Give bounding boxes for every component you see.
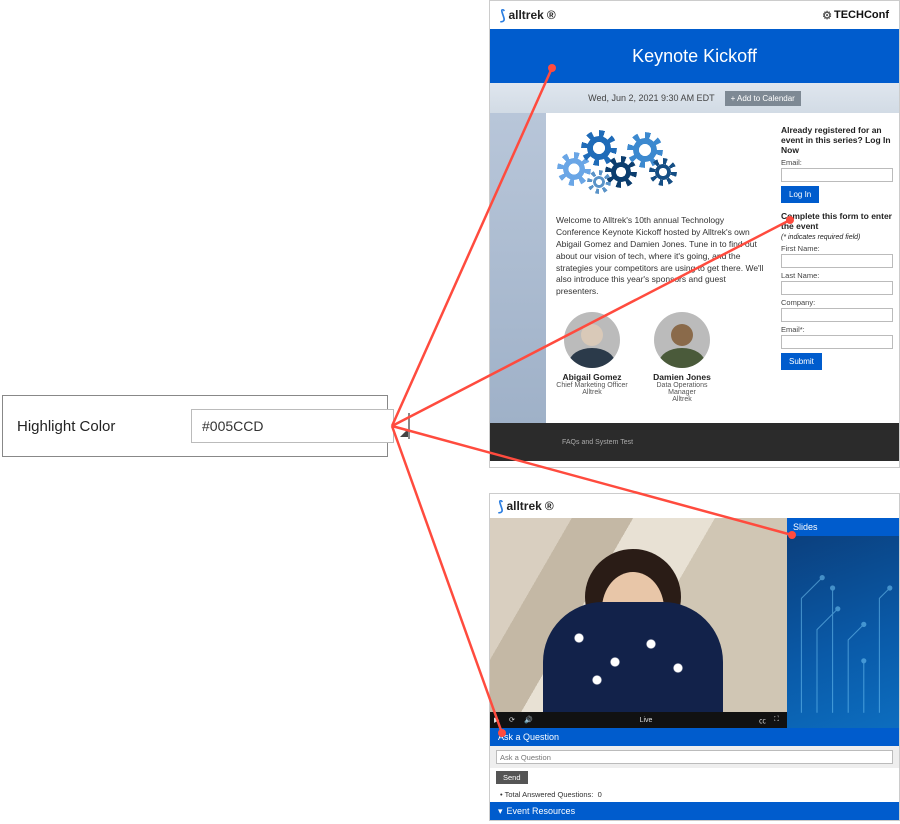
ask-question-input[interactable] [496, 750, 893, 764]
video-status: Live [640, 717, 653, 724]
email-label: Email*: [781, 325, 893, 334]
speaker-name: Abigail Gomez [556, 372, 628, 382]
ask-question-row [490, 746, 899, 768]
required-note: (* indicates required field) [781, 234, 893, 241]
console-body: ▶ ⟳ 🔊 Live ㏄ ⛶ Slides [490, 518, 899, 728]
reg-main: Welcome to Alltrek's 10th annual Technol… [546, 113, 899, 423]
brand-text: alltrek [506, 499, 541, 513]
last-name-input[interactable] [781, 281, 893, 295]
slides-column: Slides [787, 518, 899, 728]
register-block: Complete this form to enter the event (*… [781, 211, 893, 370]
play-icon[interactable]: ▶ [494, 716, 503, 725]
speaker-card: Abigail Gomez Chief Marketing Officer Al… [556, 312, 628, 403]
reg-topbar: ⟆ alltrek ® ⚙ TECHConf [490, 1, 899, 29]
login-heading: Already registered for an event in this … [781, 125, 893, 155]
speaker-role: Data Operations Manager [646, 382, 718, 396]
brand-logo: ⟆ alltrek ® [498, 499, 554, 513]
event-meta-bar: Wed, Jun 2, 2021 9:30 AM EDT + Add to Ca… [490, 83, 899, 113]
highlight-color-label: Highlight Color [17, 418, 177, 435]
fullscreen-icon[interactable]: ⛶ [774, 716, 783, 725]
cc-icon[interactable]: ㏄ [759, 716, 768, 725]
avatar [654, 312, 710, 368]
sponsor-logo: ⚙ TECHConf [822, 9, 889, 22]
highlight-color-input[interactable] [191, 409, 394, 443]
login-email-input[interactable] [781, 168, 893, 182]
console-topbar: ⟆ alltrek ® [490, 494, 899, 518]
send-button[interactable]: Send [496, 771, 528, 784]
speaker-role: Chief Marketing Officer [556, 382, 628, 389]
total-answered-row: • Total Answered Questions: 0 [490, 787, 899, 802]
speaker-org: Alltrek [556, 389, 628, 396]
sponsor-text: TECHConf [834, 9, 889, 21]
avatar [564, 312, 620, 368]
highlight-color-row: Highlight Color [2, 395, 388, 457]
registration-preview: ⟆ alltrek ® ⚙ TECHConf Keynote Kickoff W… [489, 0, 900, 468]
reg-form-column: Already registered for an event in this … [781, 125, 899, 423]
total-answered-label: Total Answered Questions: [505, 790, 594, 799]
resources-header-text: Event Resources [507, 806, 576, 816]
resources-list: Keynote_Kickoff_Summary.docx 2021_Techno… [490, 820, 899, 821]
footer-link[interactable]: FAQs and System Test [562, 439, 633, 446]
chevron-down-icon: ▾ [498, 806, 503, 817]
add-to-calendar-button[interactable]: + Add to Calendar [725, 91, 801, 106]
first-name-input[interactable] [781, 254, 893, 268]
color-picker-button[interactable] [408, 413, 410, 439]
login-button[interactable]: Log In [781, 186, 819, 203]
gear-icon: ⚙ [822, 9, 832, 22]
event-description: Welcome to Alltrek's 10th annual Technol… [556, 215, 773, 298]
brand-suffix: ® [547, 8, 556, 22]
brand-suffix: ® [545, 499, 554, 513]
hero-banner: Keynote Kickoff [490, 29, 899, 83]
video-column: ▶ ⟳ 🔊 Live ㏄ ⛶ [490, 518, 787, 728]
last-name-label: Last Name: [781, 271, 893, 280]
circuit-graphic [791, 536, 895, 723]
ask-question-header: Ask a Question [490, 728, 899, 746]
video-controls: ▶ ⟳ 🔊 Live ㏄ ⛶ [490, 712, 787, 728]
speaker-org: Alltrek [646, 396, 718, 403]
hero-title: Keynote Kickoff [632, 46, 757, 67]
login-block: Already registered for an event in this … [781, 125, 893, 203]
register-heading: Complete this form to enter the event [781, 211, 893, 231]
speakers-row: Abigail Gomez Chief Marketing Officer Al… [556, 312, 773, 403]
reg-footer: FAQs and System Test [490, 423, 899, 461]
reg-body: Welcome to Alltrek's 10th annual Technol… [490, 113, 899, 423]
refresh-icon[interactable]: ⟳ [509, 716, 518, 725]
total-answered-value: 0 [598, 790, 602, 799]
reg-content: Welcome to Alltrek's 10th annual Technol… [556, 125, 773, 423]
video-player[interactable] [490, 518, 787, 712]
company-label: Company: [781, 298, 893, 307]
company-input[interactable] [781, 308, 893, 322]
resources-header[interactable]: ▾ Event Resources [490, 802, 899, 820]
speaker-card: Damien Jones Data Operations Manager All… [646, 312, 718, 403]
gears-graphic [556, 125, 676, 205]
brand-logo: ⟆ alltrek ® [500, 8, 556, 22]
reg-left-rail [490, 113, 546, 423]
volume-icon[interactable]: 🔊 [524, 716, 533, 725]
login-email-label: Email: [781, 158, 893, 167]
console-preview: ⟆ alltrek ® ▶ ⟳ 🔊 Live ㏄ ⛶ [489, 493, 900, 821]
slides-tab[interactable]: Slides [787, 518, 899, 536]
email-input[interactable] [781, 335, 893, 349]
submit-button[interactable]: Submit [781, 353, 822, 370]
first-name-label: First Name: [781, 244, 893, 253]
speaker-name: Damien Jones [646, 372, 718, 382]
presenter-body [543, 602, 723, 712]
event-datetime: Wed, Jun 2, 2021 9:30 AM EDT [588, 93, 714, 103]
brand-text: alltrek [508, 8, 543, 22]
